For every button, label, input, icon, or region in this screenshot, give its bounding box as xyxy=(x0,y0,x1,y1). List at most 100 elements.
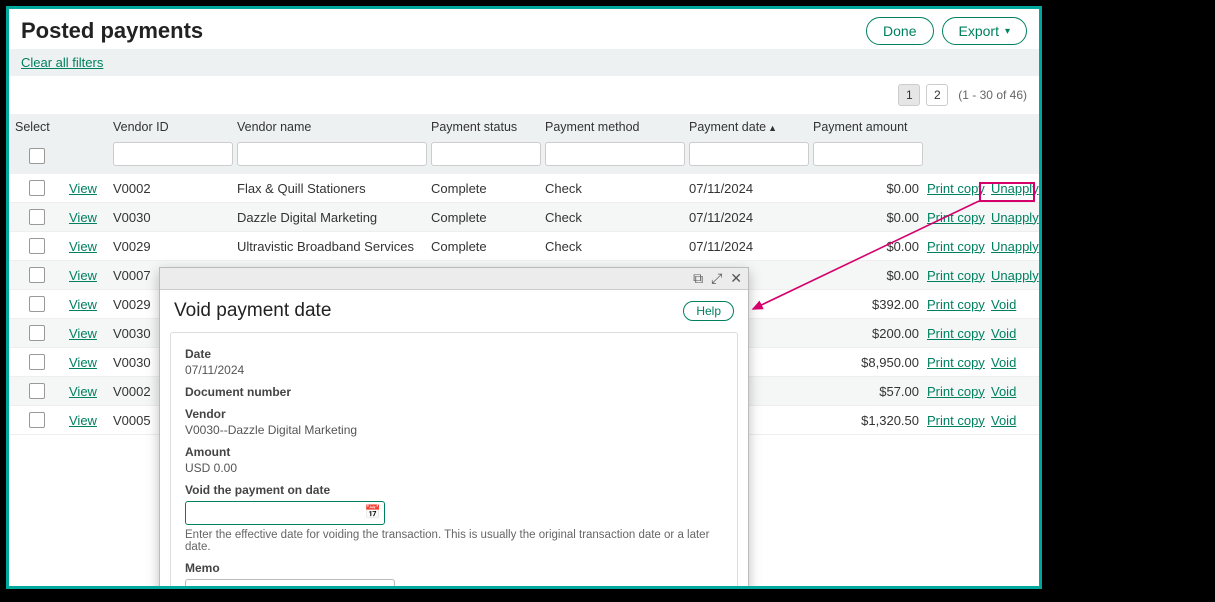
unapply-link[interactable]: Unapply xyxy=(991,181,1039,196)
select-all-checkbox[interactable] xyxy=(29,148,45,164)
cell-status: Complete xyxy=(431,181,541,196)
cell-method: Check xyxy=(545,181,685,196)
help-button[interactable]: Help xyxy=(683,301,734,321)
field-date-value: 07/11/2024 xyxy=(185,363,723,377)
cell-amount: $0.00 xyxy=(813,210,923,225)
clear-filters-link[interactable]: Clear all filters xyxy=(21,55,103,70)
void-date-input[interactable] xyxy=(185,501,385,525)
view-link[interactable]: View xyxy=(69,268,97,283)
void-link[interactable]: Void xyxy=(991,413,1016,428)
unapply-link[interactable]: Unapply xyxy=(991,268,1039,283)
chevron-down-icon: ▾ xyxy=(1005,26,1010,37)
field-vendor-value: V0030--Dazzle Digital Marketing xyxy=(185,423,723,437)
field-vendor-label: Vendor xyxy=(185,407,723,421)
cell-date: 07/11/2024 xyxy=(689,181,809,196)
print-copy-link[interactable]: Print copy xyxy=(927,384,985,399)
cell-amount: $57.00 xyxy=(813,384,923,399)
view-link[interactable]: View xyxy=(69,355,97,370)
col-payment-method[interactable]: Payment method xyxy=(545,120,685,134)
field-amount-label: Amount xyxy=(185,445,723,459)
void-link[interactable]: Void xyxy=(991,384,1016,399)
void-link[interactable]: Void xyxy=(991,355,1016,370)
row-checkbox[interactable] xyxy=(29,209,45,225)
field-date-label: Date xyxy=(185,347,723,361)
row-checkbox[interactable] xyxy=(29,296,45,312)
cell-amount: $392.00 xyxy=(813,297,923,312)
void-date-hint: Enter the effective date for voiding the… xyxy=(185,529,723,553)
cell-amount: $8,950.00 xyxy=(813,355,923,370)
view-link[interactable]: View xyxy=(69,210,97,225)
col-payment-date[interactable]: Payment date▲ xyxy=(689,120,809,134)
print-copy-link[interactable]: Print copy xyxy=(927,210,985,225)
done-label: Done xyxy=(883,23,916,39)
view-link[interactable]: View xyxy=(69,181,97,196)
filter-vendor-name[interactable] xyxy=(237,142,427,166)
cell-amount: $0.00 xyxy=(813,239,923,254)
col-payment-amount[interactable]: Payment amount xyxy=(813,120,923,134)
filter-payment-method[interactable] xyxy=(545,142,685,166)
close-icon[interactable]: ✕ xyxy=(730,270,742,287)
cell-amount: $200.00 xyxy=(813,326,923,341)
cell-amount: $1,320.50 xyxy=(813,413,923,428)
col-select-label: Select xyxy=(15,120,65,134)
view-link[interactable]: View xyxy=(69,384,97,399)
view-link[interactable]: View xyxy=(69,297,97,312)
unapply-link[interactable]: Unapply xyxy=(991,239,1039,254)
table-row: ViewV0030Dazzle Digital MarketingComplet… xyxy=(9,203,1039,232)
sort-asc-icon: ▲ xyxy=(768,123,777,133)
filter-payment-date[interactable] xyxy=(689,142,809,166)
row-checkbox[interactable] xyxy=(29,267,45,283)
view-link[interactable]: View xyxy=(69,413,97,428)
void-link[interactable]: Void xyxy=(991,297,1016,312)
col-vendor-name[interactable]: Vendor name xyxy=(237,120,427,134)
field-voidon-label: Void the payment on date xyxy=(185,483,723,497)
filter-vendor-id[interactable] xyxy=(113,142,233,166)
print-copy-link[interactable]: Print copy xyxy=(927,268,985,283)
print-copy-link[interactable]: Print copy xyxy=(927,413,985,428)
col-vendor-id[interactable]: Vendor ID xyxy=(113,120,233,134)
filter-payment-status[interactable] xyxy=(431,142,541,166)
popout-icon[interactable]: ⧉ xyxy=(693,270,703,287)
view-link[interactable]: View xyxy=(69,326,97,341)
calendar-icon[interactable]: 📅 xyxy=(365,504,381,520)
cell-vendor-name: Dazzle Digital Marketing xyxy=(237,210,427,225)
row-checkbox[interactable] xyxy=(29,325,45,341)
cell-vendor-name: Flax & Quill Stationers xyxy=(237,181,427,196)
void-link[interactable]: Void xyxy=(991,326,1016,341)
print-copy-link[interactable]: Print copy xyxy=(927,239,985,254)
print-copy-link[interactable]: Print copy xyxy=(927,181,985,196)
field-amount-value: USD 0.00 xyxy=(185,461,723,475)
export-button[interactable]: Export▾ xyxy=(942,17,1028,45)
cell-vendor-id: V0002 xyxy=(113,181,233,196)
row-checkbox[interactable] xyxy=(29,412,45,428)
pager-page-2[interactable]: 2 xyxy=(926,84,948,106)
row-checkbox[interactable] xyxy=(29,238,45,254)
print-copy-link[interactable]: Print copy xyxy=(927,297,985,312)
row-checkbox[interactable] xyxy=(29,180,45,196)
cell-amount: $0.00 xyxy=(813,268,923,283)
pager-page-1[interactable]: 1 xyxy=(898,84,920,106)
print-copy-link[interactable]: Print copy xyxy=(927,326,985,341)
cell-method: Check xyxy=(545,239,685,254)
done-button[interactable]: Done xyxy=(866,17,933,45)
table-row: View V0002 Flax & Quill Stationers Complete… xyxy=(9,174,1039,203)
memo-input[interactable] xyxy=(185,579,395,589)
cell-vendor-name: Ultravistic Broadband Services xyxy=(237,239,427,254)
cell-date: 07/11/2024 xyxy=(689,239,809,254)
col-payment-status[interactable]: Payment status xyxy=(431,120,541,134)
print-copy-link[interactable]: Print copy xyxy=(927,355,985,370)
row-checkbox[interactable] xyxy=(29,354,45,370)
view-link[interactable]: View xyxy=(69,239,97,254)
field-memo-label: Memo xyxy=(185,561,723,575)
cell-method: Check xyxy=(545,210,685,225)
expand-icon[interactable]: ⤢ xyxy=(711,270,722,287)
cell-status: Complete xyxy=(431,239,541,254)
row-checkbox[interactable] xyxy=(29,383,45,399)
cell-date: 07/11/2024 xyxy=(689,210,809,225)
field-docnum-label: Document number xyxy=(185,385,723,399)
unapply-link[interactable]: Unapply xyxy=(991,210,1039,225)
filter-payment-amount[interactable] xyxy=(813,142,923,166)
modal-title: Void payment date xyxy=(174,300,331,322)
page-title: Posted payments xyxy=(21,18,203,44)
void-payment-modal: ⧉ ⤢ ✕ Void payment date Help Date 07/11/… xyxy=(159,267,749,589)
